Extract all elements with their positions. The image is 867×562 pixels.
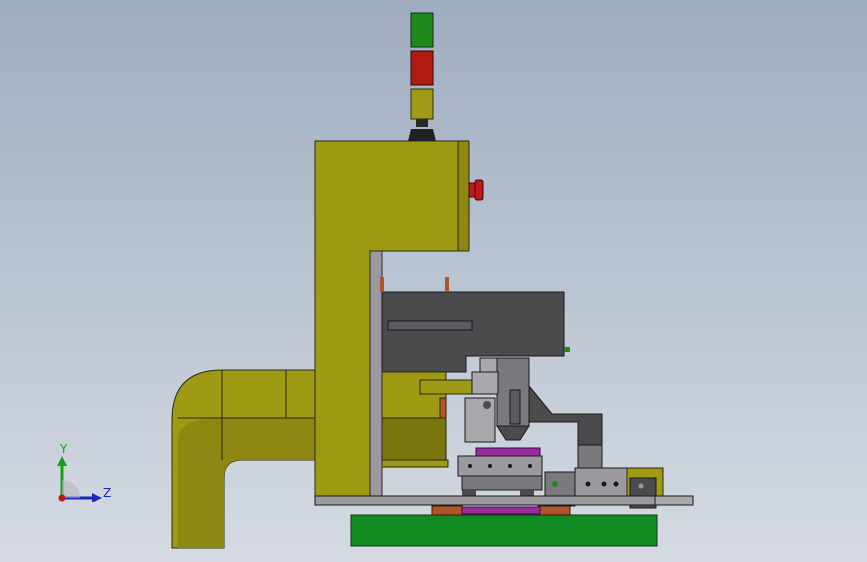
rail-hole [638,483,644,489]
fixture-bolt [528,464,532,468]
base-shim-left [431,505,463,516]
fixture-foot [520,490,534,496]
rail-hole [552,481,558,487]
green-fitting [564,347,570,352]
tool-edge-bolts [439,397,447,419]
bracket-pin-left [380,277,384,292]
z-axis-label: Z [103,486,112,500]
triad-arc [62,480,80,498]
fixture-bolt [468,464,472,468]
rail-hole [613,481,619,487]
right-rail-block-2 [574,467,628,499]
emergency-stop-icon[interactable] [468,179,484,201]
frame-upper-side [457,140,470,252]
fixture-bolt [488,464,492,468]
press-guide [509,389,521,425]
y-axis-head [57,456,67,466]
rail-hole [585,481,591,487]
press-tip [496,425,530,441]
fixture-foot [462,490,476,496]
triad-origin [58,494,66,502]
upper-housing [381,291,565,373]
rail-hole [601,481,607,487]
z-axis-head [92,493,102,502]
y-axis-label: Y [60,442,68,456]
bracket-pin-right [445,277,449,292]
base-rail-end [654,495,694,506]
tool-arm [419,379,473,395]
fixture-lower [461,475,543,491]
press-spring [479,357,499,373]
housing-slot [387,320,473,331]
base-magenta-plate [461,506,541,515]
fixture-magenta-top [475,447,541,457]
press-bracket [471,371,499,395]
duct-elbow-shade [178,418,316,548]
base-shim-right [537,505,571,516]
tool-box-lower [381,417,447,461]
press-knob [483,401,491,409]
tool-plate [381,459,449,468]
fixture-bolt [508,464,512,468]
base-plate [350,514,658,547]
base-rail [314,495,694,506]
3d-viewport[interactable]: Y Z [0,0,867,562]
stack-light-icon [408,12,436,141]
machine-model[interactable] [0,0,867,562]
